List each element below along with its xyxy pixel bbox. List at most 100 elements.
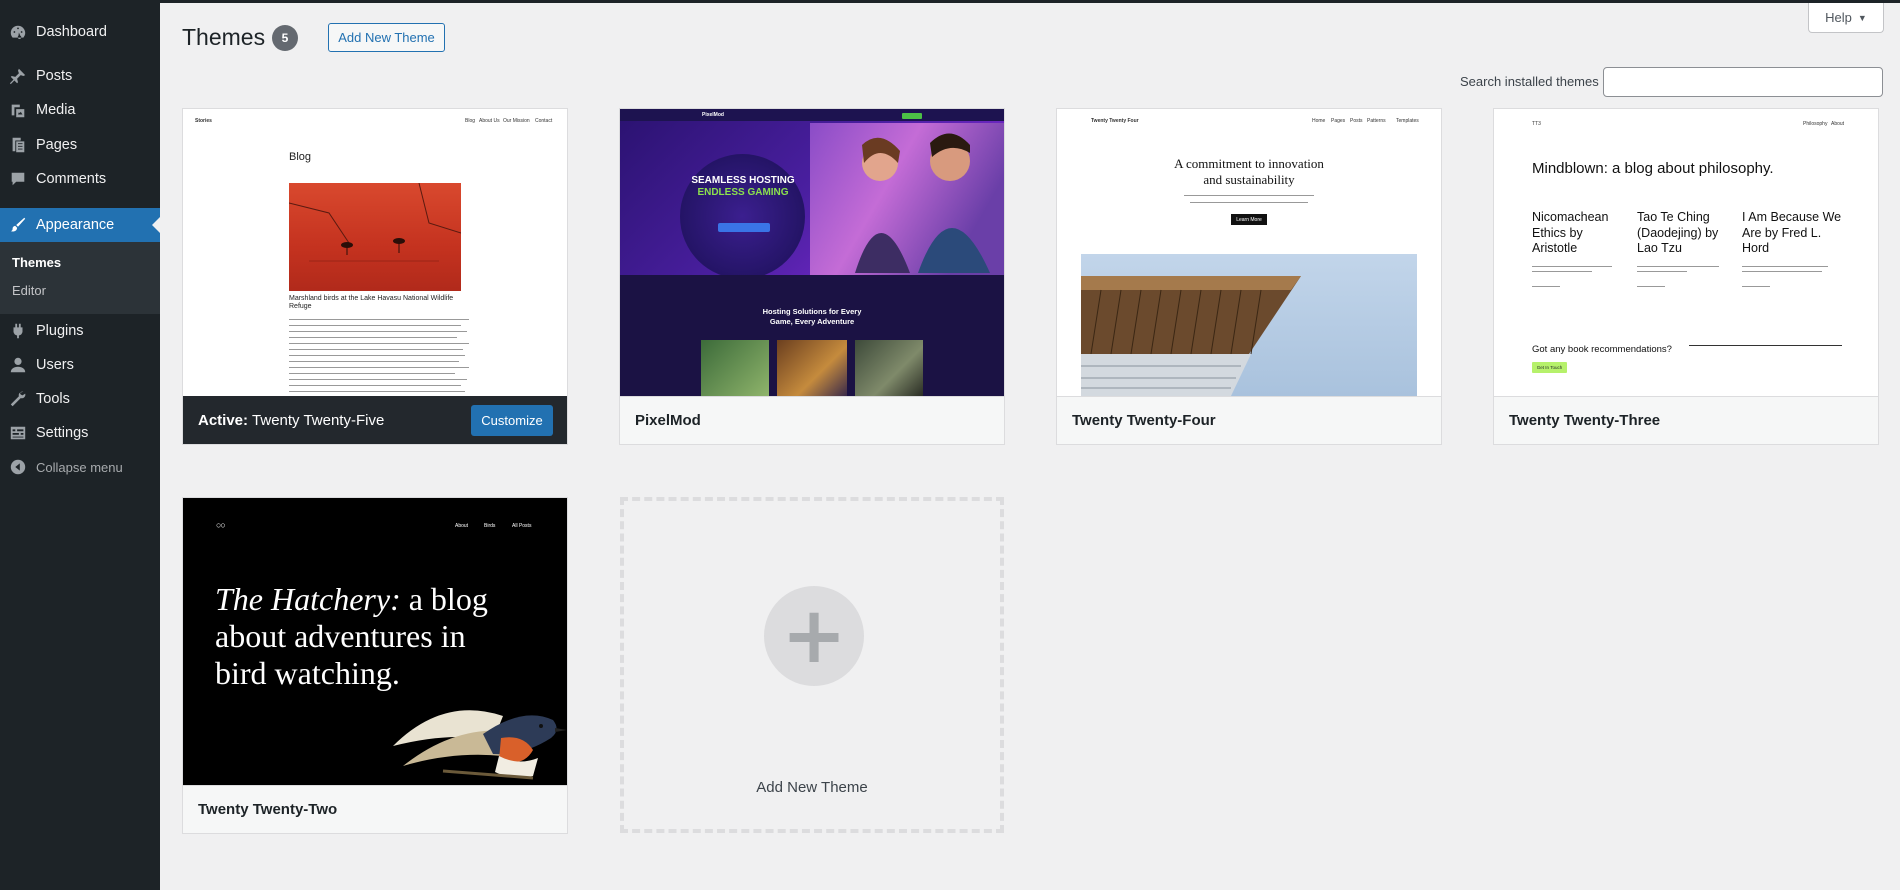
search-themes-input[interactable] bbox=[1603, 67, 1883, 97]
theme-name: Twenty Twenty-Three bbox=[1509, 412, 1661, 429]
preview-post-line: Aristotle bbox=[1532, 241, 1578, 255]
preview-post-line: I Am Because We bbox=[1742, 210, 1842, 224]
preview-hero-line2: ENDLESS GAMING bbox=[697, 187, 789, 198]
preview-heading-line2: about adventures in bbox=[215, 618, 466, 654]
add-new-theme-card[interactable]: + Add New Theme bbox=[620, 497, 1004, 833]
theme-screenshot: ○○ About Birds All Posts The Hatchery: a… bbox=[183, 498, 567, 785]
theme-screenshot: PixelMod SEAMLESS HOSTING ENDLESS GAMING… bbox=[620, 109, 1004, 396]
media-icon bbox=[0, 101, 36, 119]
preview-nav-item: Posts bbox=[1350, 118, 1363, 124]
sidebar-item-label: Users bbox=[36, 357, 74, 373]
theme-name: Twenty Twenty-Two bbox=[198, 801, 338, 818]
sidebar-item-settings[interactable]: Settings bbox=[0, 416, 160, 450]
theme-name-bar: Active: Twenty Twenty-Five Customize bbox=[183, 396, 567, 444]
settings-icon bbox=[0, 424, 36, 442]
theme-card-twenty-twenty-two[interactable]: ○○ About Birds All Posts The Hatchery: a… bbox=[182, 497, 568, 834]
sidebar-item-label: Posts bbox=[36, 68, 73, 84]
preview-nav-item: Blog bbox=[465, 118, 476, 124]
preview-nav-item: Pages bbox=[1331, 118, 1346, 124]
page-title: Themes bbox=[182, 24, 266, 50]
preview-navbar bbox=[620, 109, 1004, 121]
preview-section-title: Hosting Solutions for Every Game, Every … bbox=[680, 307, 944, 327]
sidebar-item-plugins[interactable]: Plugins bbox=[0, 314, 160, 348]
preview-post-line: Hord bbox=[1742, 241, 1770, 255]
sidebar-item-label: Comments bbox=[36, 171, 107, 187]
theme-card-twenty-twenty-four[interactable]: Twenty Twenty Four Home Pages Posts Patt… bbox=[1056, 108, 1442, 445]
theme-card-twenty-twenty-five[interactable]: Stories Blog About Us Our Mission Contac… bbox=[182, 108, 568, 445]
sidebar-item-pages[interactable]: Pages bbox=[0, 128, 160, 162]
wrench-icon bbox=[0, 390, 36, 408]
sidebar-item-users[interactable]: Users bbox=[0, 348, 160, 382]
preview-gamers-photo bbox=[810, 123, 1004, 275]
preview-section-line2: Game, Every Adventure bbox=[769, 317, 855, 326]
theme-screenshot: Stories Blog About Us Our Mission Contac… bbox=[183, 109, 567, 396]
theme-name-bar: PixelMod bbox=[620, 396, 1004, 444]
preview-nav-item: Our Mission bbox=[503, 118, 530, 124]
theme-card-pixelmod[interactable]: PixelMod SEAMLESS HOSTING ENDLESS GAMING… bbox=[619, 108, 1005, 445]
brush-icon bbox=[0, 216, 36, 234]
preview-bird-image bbox=[288, 182, 462, 291]
preview-nav-item: Home bbox=[1312, 118, 1326, 124]
sidebar-item-dashboard[interactable]: Dashboard bbox=[0, 15, 160, 49]
preview-game-tile bbox=[855, 340, 923, 396]
preview-heading: Mindblown: a blog about philosophy. bbox=[1532, 160, 1774, 177]
submenu-item-editor[interactable]: Editor bbox=[12, 283, 46, 298]
caret-down-icon: ▼ bbox=[1857, 12, 1867, 23]
sidebar-item-label: Tools bbox=[36, 391, 70, 407]
appearance-submenu: Themes Editor bbox=[0, 242, 160, 314]
preview-heading-rest: a blog bbox=[400, 581, 488, 617]
preview-post-line: Ethics by bbox=[1532, 225, 1583, 240]
dashboard-icon bbox=[0, 23, 36, 41]
preview-post-line: Nicomachean bbox=[1532, 210, 1609, 224]
preview-post-line: (Daodejing) by bbox=[1637, 225, 1719, 240]
preview-nav-item: About Us bbox=[479, 118, 500, 124]
preview-building-photo bbox=[1081, 254, 1417, 396]
theme-screenshot: Twenty Twenty Four Home Pages Posts Patt… bbox=[1057, 109, 1441, 396]
theme-name: PixelMod bbox=[635, 412, 701, 429]
preview-post-title: I Am Because We Are by Fred L. Hord bbox=[1742, 210, 1852, 257]
sidebar-item-media[interactable]: Media bbox=[0, 93, 160, 127]
theme-card-twenty-twenty-three[interactable]: TT3 Philosophy About Mindblown: a blog a… bbox=[1493, 108, 1879, 445]
collapse-menu-button[interactable]: Collapse menu bbox=[0, 450, 160, 484]
plugin-icon bbox=[0, 322, 36, 340]
sidebar-item-posts[interactable]: Posts bbox=[0, 59, 160, 93]
sidebar-item-comments[interactable]: Comments bbox=[0, 162, 160, 196]
sidebar-item-label: Plugins bbox=[36, 323, 84, 339]
theme-name: Twenty Twenty-Four bbox=[1072, 412, 1216, 429]
preview-post-line: Lao Tzu bbox=[1637, 241, 1682, 255]
sidebar-item-label: Media bbox=[36, 102, 76, 118]
preview-nav-item: About bbox=[455, 523, 469, 529]
submenu-item-themes[interactable]: Themes bbox=[12, 255, 61, 270]
preview-post-title: Nicomachean Ethics by Aristotle bbox=[1532, 210, 1622, 257]
search-label: Search installed themes bbox=[1460, 74, 1599, 89]
preview-nav-button bbox=[902, 113, 922, 119]
add-new-theme-button[interactable]: Add New Theme bbox=[328, 23, 445, 52]
customize-button[interactable]: Customize bbox=[471, 405, 553, 436]
add-theme-circle: + bbox=[764, 586, 864, 686]
preview-heading: Blog bbox=[289, 151, 312, 163]
preview-hero-button bbox=[718, 223, 770, 232]
preview-logo: PixelMod bbox=[702, 112, 724, 118]
collapse-menu-label: Collapse menu bbox=[36, 459, 123, 475]
preview-nav-item: Birds bbox=[484, 523, 496, 529]
add-new-theme-label: Add New Theme bbox=[756, 779, 868, 796]
preview-hero-circle bbox=[680, 154, 805, 279]
theme-name-bar: Twenty Twenty-Four bbox=[1057, 396, 1441, 444]
preview-nav-item: All Posts bbox=[512, 523, 532, 529]
preview-heading-line1: A commitment to innovation bbox=[1174, 156, 1324, 171]
preview-nav-item: About bbox=[1831, 121, 1845, 127]
preview-site-title: Stories bbox=[195, 118, 212, 124]
plus-icon: + bbox=[781, 591, 847, 681]
sidebar-item-appearance[interactable]: Appearance bbox=[0, 208, 160, 242]
preview-heading-line2: and sustainability bbox=[1203, 172, 1295, 187]
sidebar-item-label: Pages bbox=[36, 137, 78, 153]
help-tab-button[interactable]: Help ▼ bbox=[1808, 3, 1884, 33]
users-icon bbox=[0, 356, 36, 374]
preview-post-title: Tao Te Ching (Daodejing) by Lao Tzu bbox=[1637, 210, 1732, 257]
sidebar-item-label: Appearance bbox=[36, 217, 115, 233]
sidebar-item-tools[interactable]: Tools bbox=[0, 382, 160, 416]
preview-bird-illustration bbox=[393, 710, 567, 780]
preview-site-title: TT3 bbox=[1532, 121, 1541, 127]
theme-name-bar: Twenty Twenty-Three bbox=[1494, 396, 1878, 444]
sidebar-item-label: Dashboard bbox=[36, 24, 107, 40]
